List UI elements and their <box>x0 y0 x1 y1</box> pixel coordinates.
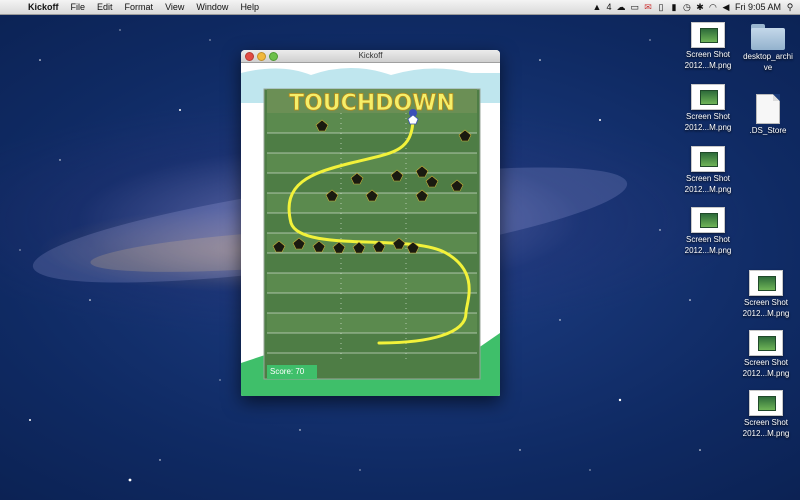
image-file-icon <box>749 390 783 416</box>
touchdown-banner: TOUCHDOWN <box>289 91 455 116</box>
volume-icon[interactable]: ◀ <box>722 2 730 13</box>
close-button[interactable] <box>245 52 254 61</box>
zoom-button[interactable] <box>269 52 278 61</box>
menu-view[interactable]: View <box>159 2 190 12</box>
score-label: Score: 70 <box>267 365 317 379</box>
minimize-button[interactable] <box>257 52 266 61</box>
menu-bar: Kickoff File Edit Format View Window Hel… <box>0 0 800 15</box>
desktop-icon-screenshot-3[interactable]: Screen Shot 2012...M.png <box>673 146 743 194</box>
image-file-icon <box>691 207 725 233</box>
desktop-icon-screenshot-5[interactable]: Screen Shot 2012...M.png <box>731 270 800 318</box>
adobe-count: 4 <box>606 2 612 12</box>
desktop-icon-screenshot-6[interactable]: Screen Shot 2012...M.png <box>731 330 800 378</box>
menu-edit[interactable]: Edit <box>91 2 119 12</box>
clock-icon[interactable]: ◷ <box>683 2 691 13</box>
window-titlebar[interactable]: Kickoff <box>241 50 500 63</box>
image-file-icon <box>749 270 783 296</box>
kickoff-window: Kickoff TOUCHDOWN Score: 70 <box>241 50 500 396</box>
menu-window[interactable]: Window <box>190 2 234 12</box>
menu-file[interactable]: File <box>65 2 92 12</box>
image-file-icon <box>691 22 725 48</box>
menu-app-kickoff[interactable]: Kickoff <box>22 2 65 12</box>
adobe-icon[interactable]: ▲ <box>593 2 602 12</box>
battery-icon[interactable]: ▮ <box>670 2 678 13</box>
spotlight-icon[interactable]: ⚲ <box>786 2 794 13</box>
document-icon <box>756 94 780 124</box>
image-file-icon <box>749 330 783 356</box>
wifi-icon[interactable]: ◠ <box>709 2 717 13</box>
desktop-icon-screenshot-7[interactable]: Screen Shot 2012...M.png <box>731 390 800 438</box>
menu-format[interactable]: Format <box>119 2 160 12</box>
desktop-icon-ds-store[interactable]: .DS_Store <box>733 94 800 135</box>
menu-help[interactable]: Help <box>234 2 265 12</box>
image-file-icon <box>691 84 725 110</box>
desktop-icon-folder[interactable]: desktop_archi ve <box>733 24 800 72</box>
desktop-icon-screenshot-4[interactable]: Screen Shot 2012...M.png <box>673 207 743 255</box>
cloud-icon[interactable]: ☁ <box>616 2 625 13</box>
mail-icon[interactable]: ✉ <box>644 2 652 13</box>
status-area: ▲ 4 ☁ ▭ ✉ ▯ ▮ ◷ ✱ ◠ ◀ Fri 9:05 AM ⚲ <box>593 0 794 14</box>
football-field <box>263 88 481 380</box>
game-canvas[interactable]: TOUCHDOWN Score: 70 <box>241 63 500 396</box>
clock-text[interactable]: Fri 9:05 AM <box>735 2 781 12</box>
window-title: Kickoff <box>358 51 383 60</box>
image-file-icon <box>691 146 725 172</box>
window-icon[interactable]: ▭ <box>630 2 639 13</box>
bluetooth-icon[interactable]: ✱ <box>696 2 704 13</box>
clipboard-icon[interactable]: ▯ <box>657 2 665 13</box>
folder-icon <box>751 24 785 50</box>
